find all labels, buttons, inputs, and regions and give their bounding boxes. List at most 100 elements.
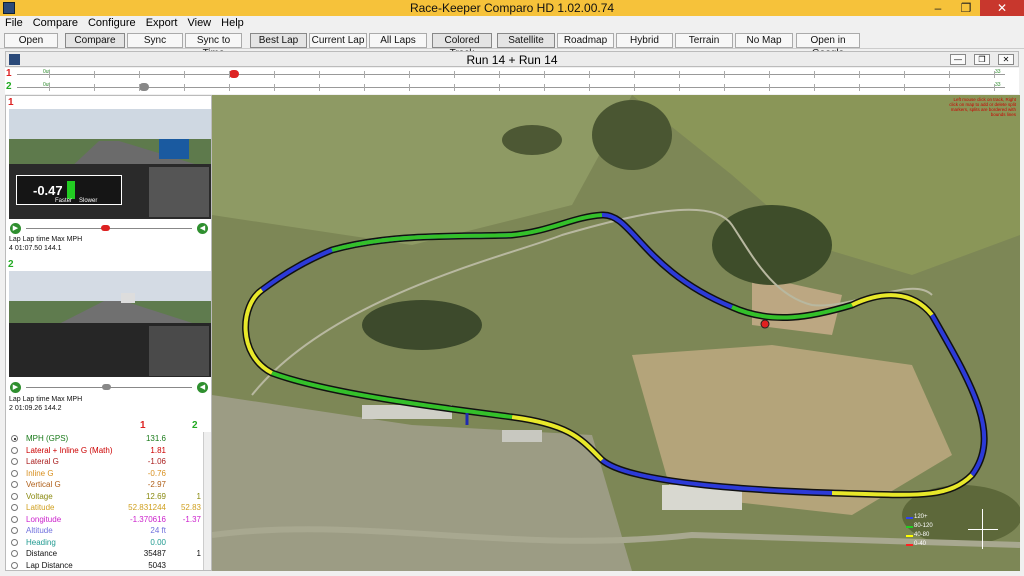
channel-row[interactable]: Lateral + Inline G (Math) 1.81 xyxy=(9,446,211,458)
menu-help[interactable]: Help xyxy=(216,16,249,30)
ruler-end-label: 33 xyxy=(995,69,1001,75)
roadmap-button[interactable]: Roadmap xyxy=(557,33,614,48)
slower-label: Slower xyxy=(79,198,98,204)
ruler-tick xyxy=(724,71,725,78)
sync-to-time-button[interactable]: Sync to Time xyxy=(185,33,242,59)
channel-row[interactable]: Distance 35487 1 xyxy=(9,549,211,561)
menu-view[interactable]: View xyxy=(182,16,216,30)
channel-row[interactable]: Latitude 52.831244 52.83 xyxy=(9,503,211,515)
open-in-google-button[interactable]: Open in Google xyxy=(796,33,860,59)
channel-row[interactable]: Longitude -1.370616 -1.37 xyxy=(9,515,211,527)
toolbar: Open Compare Sync Sync to Time Best Lap … xyxy=(0,31,1024,59)
channel-value-1: -2.97 xyxy=(147,480,166,489)
video-1[interactable]: -0.47 Faster Slower xyxy=(9,109,211,219)
channel-col-2-header: 2 xyxy=(192,420,198,431)
hybrid-button[interactable]: Hybrid xyxy=(616,33,673,48)
play-button-1[interactable]: ▶ xyxy=(10,223,21,234)
channel-value-1: -1.06 xyxy=(147,457,166,466)
channel-row[interactable]: Inline G -0.76 xyxy=(9,469,211,481)
lap-row-2: 2 01:09.26 144.2 xyxy=(9,405,62,412)
sync-button[interactable]: Sync xyxy=(127,33,183,48)
ruler-tick xyxy=(454,71,455,78)
channel-row[interactable]: MPH (GPS) 131.6 xyxy=(9,434,211,446)
minimize-button[interactable]: – xyxy=(924,0,952,16)
menu-configure[interactable]: Configure xyxy=(83,16,141,30)
ruler-tick xyxy=(184,84,185,91)
channel-radio[interactable] xyxy=(11,561,18,569)
menu-file[interactable]: File xyxy=(0,16,28,30)
lap-ruler-run-1[interactable]: 1 0ut 33 xyxy=(5,68,1019,81)
ruler-tick xyxy=(634,84,635,91)
channel-radio[interactable] xyxy=(11,538,18,546)
satellite-map[interactable]: Left mouse click on track, Right click o… xyxy=(212,95,1020,571)
channel-list-scrollbar[interactable] xyxy=(203,432,211,570)
channel-name: MPH (GPS) xyxy=(26,434,69,443)
open-button[interactable]: Open xyxy=(4,33,58,48)
legend-item-0-40: 0-40 xyxy=(906,540,936,549)
play-button-2[interactable]: ▶ xyxy=(10,382,21,393)
sound-button-2[interactable]: ◀ xyxy=(197,382,208,393)
current-lap-button[interactable]: Current Lap xyxy=(309,33,367,48)
ruler-position-marker[interactable] xyxy=(139,83,149,91)
channel-row[interactable]: Heading 0.00 xyxy=(9,538,211,550)
ruler-tick xyxy=(949,71,950,78)
channel-value-1: 24 ft xyxy=(150,526,166,535)
ruler-tick xyxy=(499,84,500,91)
left-pane: 1 -0.47 Faster Slower ▶ ◀ Lap Lap time M… xyxy=(5,95,212,571)
channel-radio[interactable] xyxy=(11,458,18,465)
ruler-tick xyxy=(949,84,950,91)
maximize-button[interactable]: ❐ xyxy=(952,0,980,16)
channel-row[interactable]: Vertical G -2.97 xyxy=(9,480,211,492)
channel-radio[interactable] xyxy=(11,469,18,477)
panel-minimize-button[interactable]: — xyxy=(950,54,966,65)
ruler-tick xyxy=(274,71,275,78)
channel-radio[interactable] xyxy=(11,435,18,442)
channel-radio[interactable] xyxy=(11,492,18,500)
channel-name: Lap Distance xyxy=(26,560,73,570)
video-2-scrubber[interactable] xyxy=(102,384,111,390)
ruler-tick xyxy=(409,71,410,78)
channel-row[interactable]: Lateral G -1.06 xyxy=(9,457,211,469)
title-bar: Race-Keeper Comparo HD 1.02.00.74 – ❐ ✕ xyxy=(0,0,1024,16)
channel-radio[interactable] xyxy=(11,515,18,523)
video-1-number: 1 xyxy=(8,97,14,108)
channel-value-1: 12.69 xyxy=(145,491,166,501)
best-lap-button[interactable]: Best Lap xyxy=(250,33,307,48)
panel-close-button[interactable]: ✕ xyxy=(998,54,1014,65)
channel-radio[interactable] xyxy=(11,446,18,454)
menu-compare[interactable]: Compare xyxy=(28,16,83,30)
channel-value-1: 1.81 xyxy=(150,445,166,455)
satellite-button[interactable]: Satellite xyxy=(497,33,555,48)
terrain-button[interactable]: Terrain xyxy=(675,33,733,48)
channel-radio[interactable] xyxy=(11,550,18,557)
channel-row[interactable]: Lap Distance 5043 xyxy=(9,560,211,571)
ruler-tick xyxy=(49,71,50,78)
ruler-line xyxy=(17,74,1005,75)
channel-value-2: 1 xyxy=(196,549,201,558)
menu-export[interactable]: Export xyxy=(141,16,183,30)
sound-button-1[interactable]: ◀ xyxy=(197,223,208,234)
colored-track-button[interactable]: Colored Track xyxy=(432,33,492,59)
channel-col-1-header: 1 xyxy=(140,420,146,431)
map-navigation-control[interactable] xyxy=(968,509,998,549)
panel-restore-button[interactable]: ❐ xyxy=(974,54,990,65)
channel-radio[interactable] xyxy=(11,504,18,511)
lap-ruler-run-2[interactable]: 2 0ut 33 xyxy=(5,81,1019,94)
channel-name: Inline G xyxy=(26,468,54,478)
video-2[interactable] xyxy=(9,271,211,377)
channel-row[interactable]: Voltage 12.69 1 xyxy=(9,492,211,504)
ruler-line xyxy=(17,87,1005,88)
all-laps-button[interactable]: All Laps xyxy=(369,33,427,48)
channel-radio[interactable] xyxy=(11,481,18,488)
ruler-tick xyxy=(364,71,365,78)
ruler-position-marker[interactable] xyxy=(229,70,239,78)
video-1-scrubber[interactable] xyxy=(101,225,110,231)
close-button[interactable]: ✕ xyxy=(980,0,1024,16)
compare-button[interactable]: Compare xyxy=(65,33,125,48)
channel-radio[interactable] xyxy=(11,527,18,534)
no-map-button[interactable]: No Map xyxy=(735,33,793,48)
channel-name: Longitude xyxy=(26,514,62,524)
ruler-tick xyxy=(229,71,230,78)
legend-item-80-120: 80-120 xyxy=(906,522,936,531)
channel-row[interactable]: Altitude 24 ft xyxy=(9,526,211,538)
